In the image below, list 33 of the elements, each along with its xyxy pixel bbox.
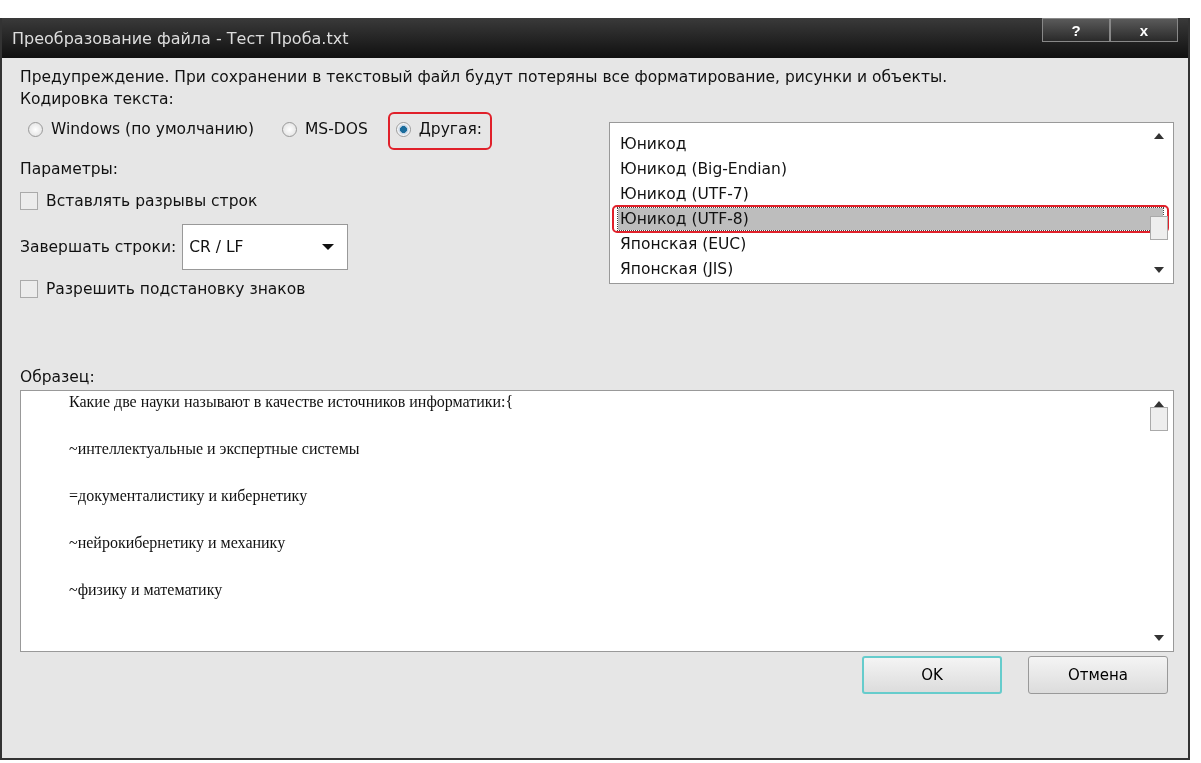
scroll-up-icon bbox=[1154, 133, 1164, 139]
encoding-list-item[interactable]: Юникод (UTF-7) bbox=[618, 183, 1137, 205]
preview-line: ~физику и математику bbox=[69, 581, 224, 599]
preview-line: =документалистику и кибернетику bbox=[69, 487, 309, 505]
warning-text: Предупреждение. При сохранении в текстовый файл будут потеряны все форматирование, рисунки и объекты. bbox=[20, 68, 948, 86]
close-button[interactable]: x bbox=[1110, 18, 1178, 42]
encoding-list-item[interactable]: Юникод bbox=[618, 133, 1137, 155]
dropdown-arrow-icon bbox=[321, 243, 336, 251]
preview-line: ~интеллектуальные и экспертные системы bbox=[69, 440, 361, 458]
dialog-button[interactable]: OK bbox=[862, 656, 1002, 694]
options-label: Параметры: bbox=[20, 160, 119, 178]
scroll-thumb[interactable] bbox=[1150, 407, 1168, 431]
encoding-list-item[interactable]: Японская (EUC) bbox=[618, 233, 1137, 255]
scroll-down-icon bbox=[1154, 267, 1164, 273]
preview-line: ~нейрокибернетику и механику bbox=[69, 534, 287, 552]
encoding-list-item[interactable]: Юникод (Big-Endian) bbox=[618, 158, 1137, 180]
checkbox-option[interactable]: Вставлять разрывы строк bbox=[20, 192, 493, 210]
radio-option[interactable]: Windows (по умолчанию) bbox=[28, 120, 254, 138]
dialog-button[interactable]: Отмена bbox=[1028, 656, 1168, 694]
scroll-thumb[interactable] bbox=[1150, 216, 1168, 240]
preview-line: Какие две науки называют в качестве источников информатики:{ bbox=[69, 393, 515, 411]
encoding-list-item[interactable]: Японская (JIS) bbox=[618, 258, 1137, 280]
preview-label: Образец: bbox=[20, 368, 95, 386]
radio-option[interactable]: Другая: bbox=[395, 120, 483, 138]
scroll-down-icon bbox=[1154, 635, 1164, 641]
line-ending-dropdown[interactable]: CR / LF bbox=[182, 224, 349, 270]
encoding-list-item[interactable]: Юникод (UTF-8) bbox=[618, 208, 1163, 230]
radio-option[interactable]: MS-DOS bbox=[281, 120, 368, 138]
help-button[interactable]: ? bbox=[1042, 18, 1110, 42]
encoding-label: Кодировка текста: bbox=[20, 90, 174, 108]
window-title: Преобразование файла - Тест Проба.txt bbox=[12, 28, 349, 48]
line-ending-label: Завершать строки: bbox=[20, 238, 177, 256]
checkbox-option[interactable]: Разрешить подстановку знаков bbox=[20, 280, 493, 298]
